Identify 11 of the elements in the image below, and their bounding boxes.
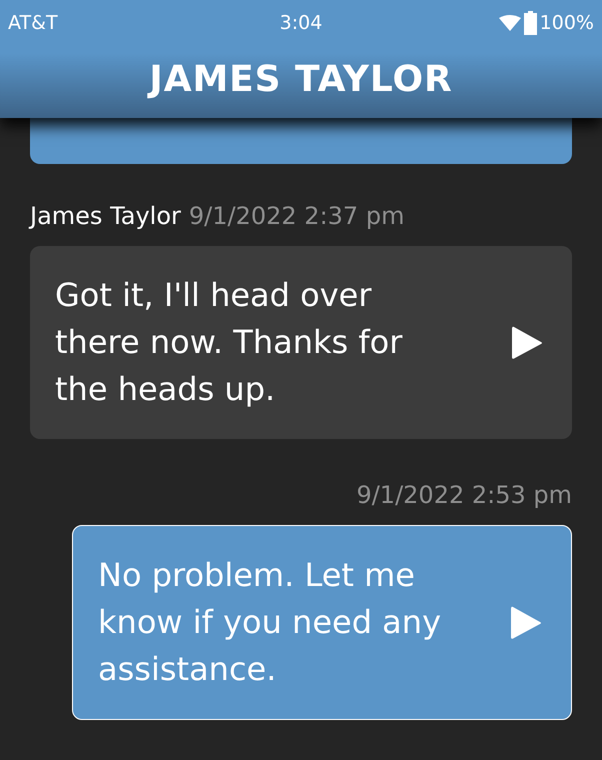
sender-name: James Taylor <box>30 201 181 232</box>
timestamp: 9/1/2022 2:53 pm <box>356 480 572 511</box>
battery-percentage: 100% <box>540 10 594 36</box>
message-text: No problem. Let me know if you need any assistance. <box>98 555 442 690</box>
clock-time: 3:04 <box>280 10 322 36</box>
carrier-label: AT&T <box>8 10 59 36</box>
message-text: Got it, I'll head over there now. Thanks for the heads up. <box>55 275 404 410</box>
battery-icon <box>524 11 537 35</box>
wifi-icon <box>498 15 521 31</box>
timestamp: 9/1/2022 2:37 pm <box>188 201 404 232</box>
contact-name-title: JAMES TAYLOR <box>149 58 453 102</box>
